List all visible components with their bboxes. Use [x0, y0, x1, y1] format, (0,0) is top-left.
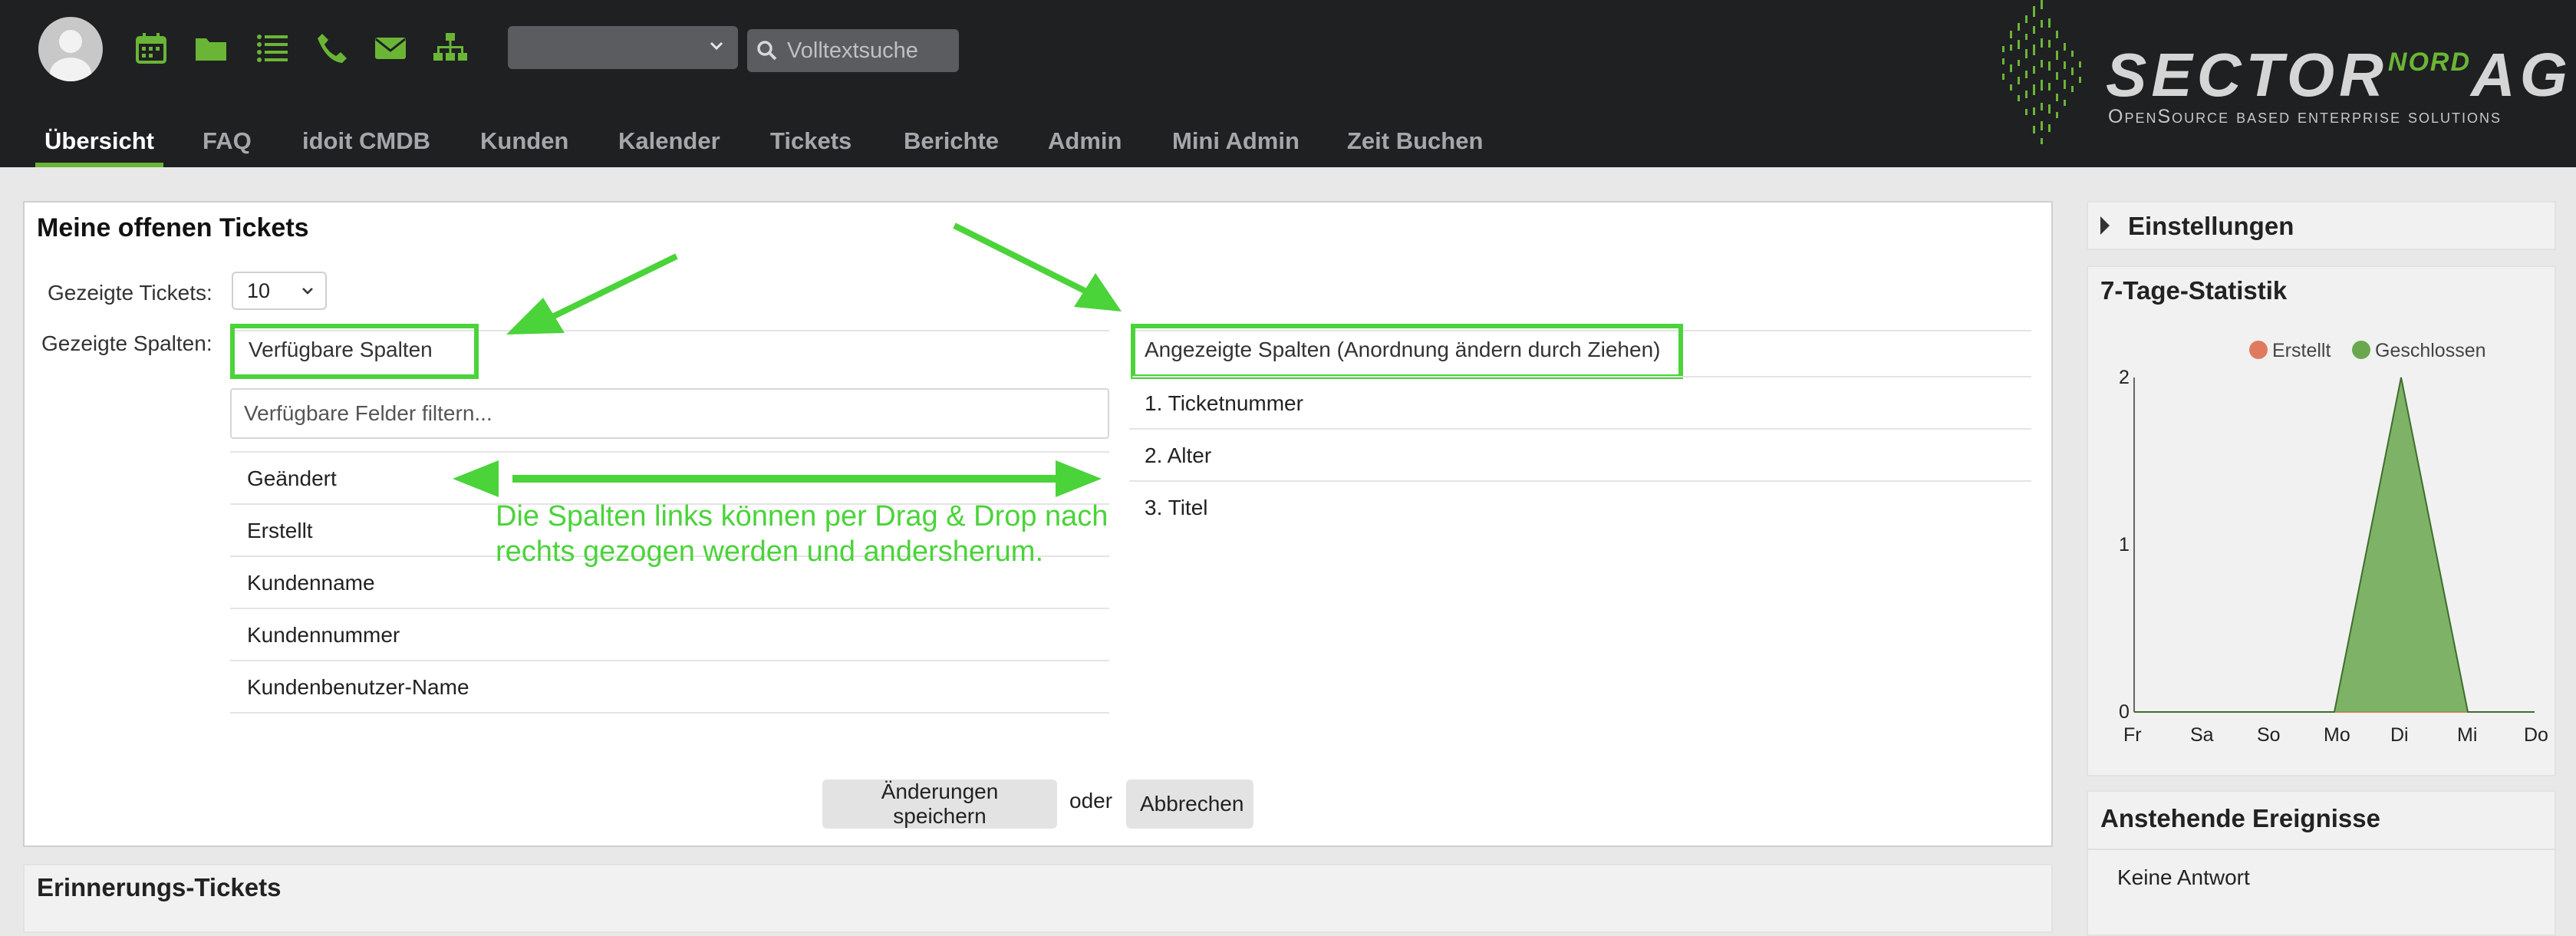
upcoming-events-panel: Anstehende Ereignisse Keine Antwort	[2087, 790, 2556, 936]
search-icon	[757, 41, 777, 61]
reminder-tickets-panel: Erinnerungs-Tickets	[23, 864, 2053, 933]
y-tick-label: 2	[2119, 367, 2130, 388]
logo-wordmark: SECTORNORDAG	[2106, 41, 2573, 109]
chevron-down-icon	[710, 41, 723, 51]
fulltext-search[interactable]	[747, 29, 959, 72]
series-line-geschlossen	[2134, 377, 2535, 713]
or-label: oder	[1069, 789, 1113, 812]
open-tickets-panel: Meine offenen Tickets Gezeigte Tickets: …	[23, 201, 2053, 847]
nav-tickets[interactable]: Tickets	[770, 118, 852, 164]
nav-kalender[interactable]: Kalender	[618, 118, 720, 164]
calendar-icon[interactable]	[133, 31, 169, 66]
legend-swatch	[2352, 341, 2370, 359]
x-tick-label: So	[2257, 724, 2281, 746]
save-changes-button[interactable]: Änderungen speichern	[822, 779, 1057, 829]
x-tick-label: Mo	[2324, 724, 2350, 746]
legend-swatch	[2249, 341, 2268, 359]
sitemap-icon[interactable]	[433, 31, 468, 66]
x-tick-label: Fr	[2123, 724, 2142, 746]
settings-title: Einstellungen	[2128, 212, 2294, 240]
settings-panel[interactable]: Einstellungen	[2087, 201, 2556, 250]
x-tick-label: Sa	[2190, 724, 2214, 746]
phone-icon[interactable]	[315, 31, 350, 66]
x-tick-label: Mi	[2457, 724, 2477, 746]
no-events-text: Keine Antwort	[2117, 865, 2250, 889]
divider	[2088, 849, 2555, 850]
caret-right-icon	[2100, 216, 2110, 235]
logo-tagline: OpenSource based enterprise solutions	[2108, 106, 2502, 127]
x-tick-label: Do	[2524, 724, 2548, 746]
user-avatar[interactable]	[38, 17, 103, 81]
top-bar: SECTORNORDAG OpenSource based enterprise…	[0, 0, 2576, 167]
nav-berichte[interactable]: Berichte	[904, 118, 999, 164]
y-tick-label: 0	[2119, 701, 2130, 723]
quick-select-dropdown[interactable]	[508, 26, 738, 69]
x-tick-label: Di	[2390, 724, 2409, 746]
upcoming-events-title: Anstehende Ereignisse	[2100, 804, 2380, 832]
series-area-geschlossen	[2134, 377, 2535, 712]
legend-label: Geschlossen	[2375, 340, 2486, 361]
annotation-text: Die Spalten links können per Drag & Drop…	[496, 500, 1108, 568]
statistics-panel: 7-Tage-Statistik 0 1 2 Fr Sa So Mo Di Mi Do Erstel…	[2087, 265, 2556, 776]
cancel-button[interactable]: Abbrechen	[1126, 779, 1253, 829]
reminder-tickets-title: Erinnerungs-Tickets	[37, 873, 282, 901]
y-tick-label: 1	[2119, 534, 2130, 555]
nav-faq[interactable]: FAQ	[203, 118, 252, 164]
nav-admin[interactable]: Admin	[1048, 118, 1122, 164]
mail-icon[interactable]	[373, 31, 408, 66]
statistics-chart: 0 1 2 Fr Sa So Mo Di Mi Do Erstellt Geschlossen	[2119, 340, 2548, 746]
folder-icon[interactable]	[193, 31, 229, 66]
nav-idoit-cmdb[interactable]: idoit CMDB	[302, 118, 430, 164]
logo-bars-graphic	[2002, 0, 2081, 144]
nav-kunden[interactable]: Kunden	[480, 118, 568, 164]
search-input[interactable]	[786, 35, 947, 66]
legend-label: Erstellt	[2272, 340, 2331, 361]
nav-uebersicht[interactable]: Übersicht	[35, 118, 163, 167]
nav-zeit-buchen[interactable]: Zeit Buchen	[1347, 118, 1483, 164]
nav-mini-admin[interactable]: Mini Admin	[1172, 118, 1300, 164]
list-icon[interactable]	[255, 31, 290, 66]
company-logo: SECTORNORDAG OpenSource based enterprise…	[1987, 0, 2570, 146]
